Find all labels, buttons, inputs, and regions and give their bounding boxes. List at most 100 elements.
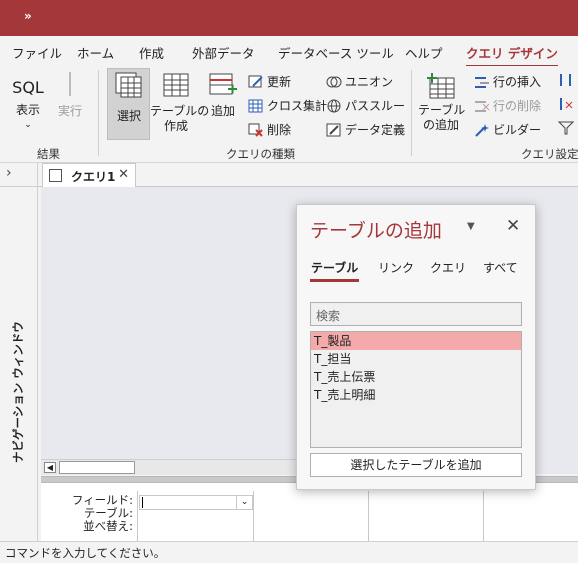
grid-column-divider (368, 491, 369, 541)
delete-rows-label: 行の削除 (493, 99, 542, 113)
globe-icon (326, 99, 342, 113)
tab-file[interactable]: ファイル (12, 43, 62, 62)
crosstab-query-label: クロス集計 (267, 99, 328, 113)
add-tables-pane: テーブルの追加 ▼ ✕ テーブル リンク クエリ すべて 検索 T_製品 T_担… (296, 204, 536, 490)
add-tables-title: テーブルの追加 (310, 220, 442, 242)
grid-row-label-sort: 並べ替え: (83, 519, 133, 533)
insert-rows-label: 行の挿入 (493, 75, 542, 89)
insert-columns-icon[interactable] (558, 73, 574, 90)
union-query-button[interactable]: ユニオン (326, 73, 393, 90)
select-query-icon (115, 72, 142, 98)
status-bar: コマンドを入力してください。 (0, 541, 578, 563)
navigation-pane: › ナビゲーション ウィンドウ (0, 163, 38, 543)
select-query-button[interactable]: 選択 (110, 72, 148, 124)
group-divider (98, 70, 99, 156)
tab-query-design[interactable]: クエリ デザイン (466, 43, 558, 68)
query1-tab-title: クエリ1 (71, 170, 116, 184)
crosstab-query-button[interactable]: クロス集計 (248, 97, 327, 114)
grid-column-divider (137, 491, 138, 541)
query-design-grid: フィールド: テーブル: 並べ替え: ⌄ (41, 483, 578, 541)
add-table-label-1: テーブル (418, 103, 466, 117)
scrollbar-thumb[interactable] (59, 461, 135, 474)
append-query-button[interactable]: 追加 (205, 72, 241, 119)
dialog-tab-queries[interactable]: クエリ (430, 259, 466, 276)
add-selected-tables-button[interactable]: 選択したテーブルを追加 (310, 453, 522, 477)
navigation-pane-label[interactable]: ナビゲーション ウィンドウ (10, 321, 26, 463)
insert-rows-button[interactable]: 行の挿入 (474, 73, 541, 90)
union-icon (326, 75, 342, 89)
view-button-label: 表示 (15, 103, 40, 117)
tab-database-tools[interactable]: データベース ツール (278, 43, 394, 62)
group-divider (411, 70, 412, 156)
view-button[interactable]: SQL 表示 ⌄ (12, 78, 44, 133)
delete-rows-button[interactable]: 行の削除 (474, 97, 541, 114)
data-definition-query-button[interactable]: データ定義 (326, 121, 405, 138)
crosstab-icon (248, 99, 264, 113)
nav-pane-toggle[interactable]: › (6, 165, 12, 181)
delete-query-label: 削除 (267, 123, 292, 137)
close-tab-icon[interactable]: ✕ (118, 167, 129, 182)
run-icon (69, 72, 71, 96)
table-list: T_製品 T_担当 T_売上伝票 T_売上明細 (310, 331, 522, 448)
table-list-item[interactable]: T_製品 (311, 332, 521, 350)
update-query-button[interactable]: 更新 (248, 73, 291, 90)
passthrough-query-label: パススルー (345, 99, 406, 113)
ribbon-tabs: ファイル ホーム 作成 外部データ データベース ツール ヘルプ クエリ デザイ… (0, 36, 578, 68)
data-definition-icon (326, 123, 342, 137)
append-query-label: 追加 (210, 104, 235, 118)
builder-label: ビルダー (493, 123, 542, 137)
quick-access-toolbar-chevron[interactable]: » (24, 9, 32, 23)
table-search-input[interactable]: 検索 (310, 302, 522, 326)
tab-help[interactable]: ヘルプ (405, 43, 443, 62)
nav-pane-divider (0, 186, 38, 187)
query-type-group-label: クエリの種類 (226, 147, 295, 161)
delete-query-button[interactable]: 削除 (248, 121, 291, 138)
run-button[interactable]: 実行 (56, 72, 84, 119)
query-setup-group-label: クエリ設定 (521, 147, 578, 161)
union-query-label: ユニオン (345, 75, 394, 89)
add-table-button[interactable]: テーブル の追加 (418, 72, 466, 133)
query-icon (49, 169, 62, 182)
chevron-down-icon: ⌄ (24, 120, 32, 130)
magic-wand-icon (474, 123, 490, 137)
dialog-tab-links[interactable]: リンク (378, 259, 414, 276)
grid-column-divider (483, 491, 484, 541)
text-caret (142, 497, 143, 508)
filter-icon[interactable] (557, 121, 575, 138)
add-table-label-2: の追加 (422, 118, 459, 132)
title-bar: » (0, 0, 578, 36)
grid-column-divider (253, 491, 254, 541)
results-group-label: 結果 (37, 147, 60, 161)
make-table-button[interactable]: テーブルの 作成 (150, 72, 210, 134)
chevron-down-icon[interactable]: ⌄ (236, 496, 252, 509)
select-query-label: 選択 (116, 109, 141, 123)
tab-external-data[interactable]: 外部データ (192, 43, 255, 62)
table-list-item[interactable]: T_売上伝票 (311, 368, 521, 386)
pencil-icon (248, 75, 264, 89)
scroll-left-icon[interactable]: ◀ (44, 462, 56, 473)
make-table-label-1: テーブルの (150, 104, 210, 118)
insert-rows-icon (474, 75, 490, 89)
run-button-label: 実行 (57, 104, 82, 118)
delete-columns-icon[interactable] (558, 97, 574, 114)
document-tab-bar: クエリ1 ✕ (38, 163, 578, 187)
append-query-icon (209, 73, 237, 95)
builder-button[interactable]: ビルダー (474, 121, 541, 138)
sql-view-icon: SQL (12, 78, 44, 97)
tab-create[interactable]: 作成 (139, 43, 164, 62)
close-pane-icon[interactable]: ✕ (506, 216, 520, 236)
add-table-icon (427, 73, 455, 99)
field-dropdown[interactable]: ⌄ (139, 495, 253, 510)
dialog-tab-all[interactable]: すべて (483, 259, 518, 276)
table-list-item[interactable]: T_売上明細 (311, 386, 521, 404)
table-list-item[interactable]: T_担当 (311, 350, 521, 368)
make-table-label-2: 作成 (163, 119, 188, 133)
ribbon: SQL 表示 ⌄ 実行 結果 選択 テーブルの 作成 追加 更新 クロス集計 削… (0, 66, 578, 163)
pane-options-chevron-icon[interactable]: ▼ (467, 221, 475, 232)
data-definition-query-label: データ定義 (345, 123, 406, 137)
dialog-tab-tables[interactable]: テーブル (309, 259, 360, 282)
query1-tab[interactable]: クエリ1 ✕ (42, 163, 136, 187)
passthrough-query-button[interactable]: パススルー (326, 97, 405, 114)
make-table-icon (163, 73, 189, 97)
tab-home[interactable]: ホーム (77, 43, 114, 62)
